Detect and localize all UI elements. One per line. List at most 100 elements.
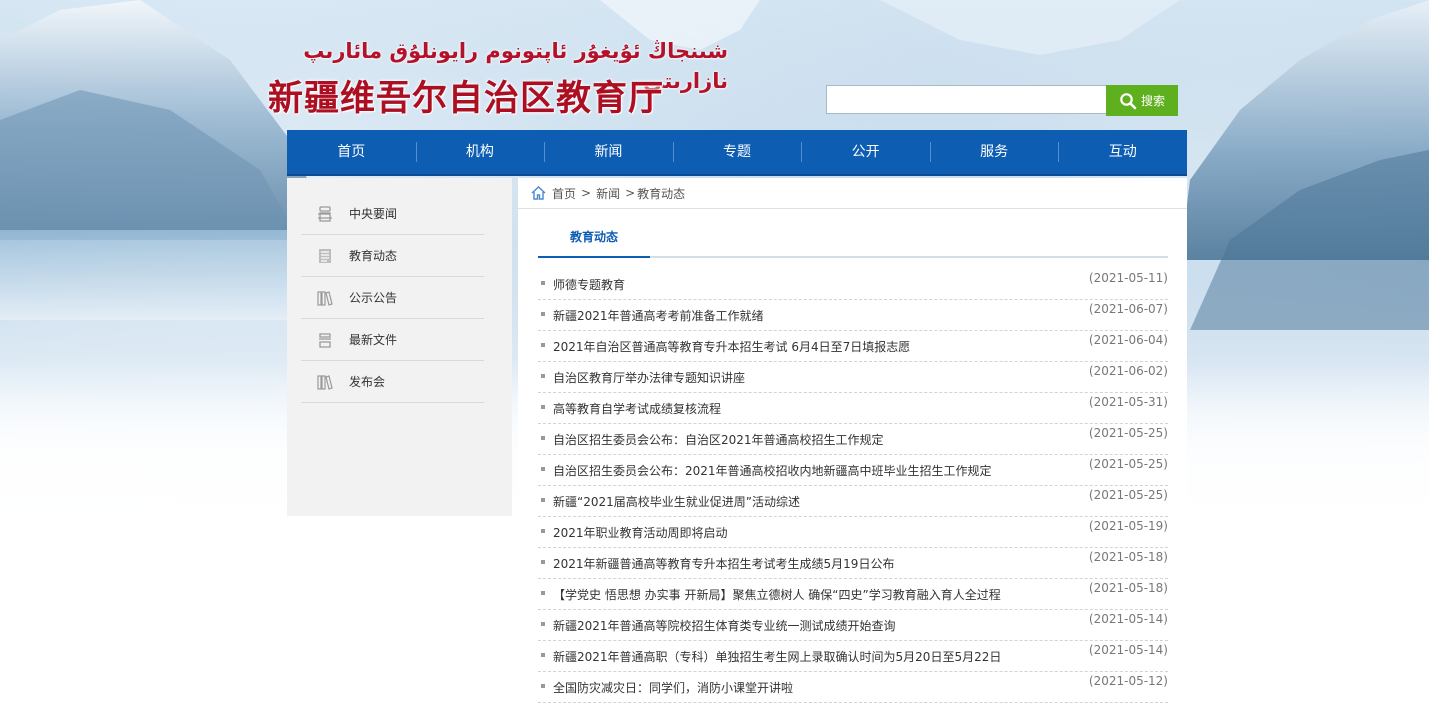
tab-education-news[interactable]: 教育动态 bbox=[538, 224, 650, 258]
file-icon bbox=[315, 330, 335, 350]
news-title-link[interactable]: 新疆“2021届高校毕业生就业促进周”活动综述 bbox=[553, 493, 800, 510]
news-row[interactable]: 自治区教育厅举办法律专题知识讲座 (2021-06-02) bbox=[538, 362, 1168, 393]
bullet-icon bbox=[541, 591, 545, 595]
breadcrumb-news[interactable]: 新闻 bbox=[596, 185, 620, 202]
sidebar-item-label: 教育动态 bbox=[349, 249, 398, 263]
sidebar-item-label: 最新文件 bbox=[349, 333, 398, 347]
sidebar: 中央要闻 教育动态 公示公告 最新文件 发布会 bbox=[287, 178, 512, 516]
bullet-icon bbox=[541, 312, 545, 316]
news-date: (2021-05-19) bbox=[1088, 519, 1168, 533]
news-date: (2021-05-14) bbox=[1088, 612, 1168, 626]
news-title-link[interactable]: 师德专题教育 bbox=[553, 276, 625, 293]
news-row[interactable]: 新疆2021年普通高职（专科）单独招生考生网上录取确认时间为5月20日至5月22… bbox=[538, 641, 1168, 672]
sidebar-item-press-conference[interactable]: 发布会 bbox=[301, 361, 484, 403]
books-icon bbox=[315, 372, 335, 392]
breadcrumb-separator: > bbox=[581, 186, 592, 200]
news-date: (2021-05-18) bbox=[1088, 550, 1168, 564]
news-title-link[interactable]: 新疆2021年普通高考考前准备工作就绪 bbox=[553, 307, 764, 324]
news-row[interactable]: 2021年新疆普通高等教育专升本招生考试考生成绩5月19日公布 (2021-05-… bbox=[538, 548, 1168, 579]
news-date: (2021-05-25) bbox=[1088, 488, 1168, 502]
sidebar-item-label: 中央要闻 bbox=[349, 207, 398, 221]
news-row[interactable]: 自治区招生委员会公布：自治区2021年普通高校招生工作规定 (2021-05-25… bbox=[538, 424, 1168, 455]
breadcrumb-current: 教育动态 bbox=[637, 186, 686, 201]
news-row[interactable]: 自治区招生委员会公布：2021年普通高校招收内地新疆高中班毕业生招生工作规定 (2… bbox=[538, 455, 1168, 486]
nav-item-interaction[interactable]: 互动 bbox=[1058, 130, 1187, 174]
nav-item-news[interactable]: 新闻 bbox=[544, 130, 673, 174]
news-title-link[interactable]: 新疆2021年普通高职（专科）单独招生考生网上录取确认时间为5月20日至5月22… bbox=[553, 648, 1001, 665]
news-title-link[interactable]: 全国防灾减灾日：同学们，消防小课堂开讲啦 bbox=[553, 679, 793, 696]
sidebar-item-latest-files[interactable]: 最新文件 bbox=[301, 319, 484, 361]
bullet-icon bbox=[541, 622, 545, 626]
home-icon bbox=[531, 186, 546, 200]
news-row[interactable]: 新疆2021年普通高等院校招生体育类专业统一测试成绩开始查询 (2021-05-1… bbox=[538, 610, 1168, 641]
news-title-link[interactable]: 2021年自治区普通高等教育专升本招生考试 6月4日至7日填报志愿 bbox=[553, 338, 910, 355]
document-icon bbox=[315, 246, 335, 266]
news-row[interactable]: 【学党史 悟思想 办实事 开新局】聚焦立德树人 确保“四史”学习教育融入育人全过… bbox=[538, 579, 1168, 610]
bullet-icon bbox=[541, 405, 545, 409]
search-icon bbox=[1119, 92, 1137, 110]
news-list: 师德专题教育 (2021-05-11) 新疆2021年普通高考考前准备工作就绪 (20… bbox=[538, 269, 1168, 703]
bullet-icon bbox=[541, 560, 545, 564]
sidebar-item-announcements[interactable]: 公示公告 bbox=[301, 277, 484, 319]
news-row[interactable]: 2021年职业教育活动周即将启动 (2021-05-19) bbox=[538, 517, 1168, 548]
news-date: (2021-06-02) bbox=[1088, 364, 1168, 378]
search-button-label: 搜索 bbox=[1140, 94, 1165, 108]
sidebar-item-label: 发布会 bbox=[349, 375, 386, 389]
bullet-icon bbox=[541, 343, 545, 347]
bullet-icon bbox=[541, 498, 545, 502]
breadcrumb: 首页 > 新闻 > 教育动态 bbox=[518, 178, 1187, 209]
main-nav: 首页 机构 新闻 专题 公开 服务 互动 bbox=[287, 130, 1187, 174]
uyghur-site-title: شىنجاڭ ئۇيغۇر ئاپتونوم رايونلۇق مائارىپ … bbox=[303, 39, 728, 93]
sidebar-item-central-news[interactable]: 中央要闻 bbox=[301, 193, 484, 235]
news-title-link[interactable]: 自治区招生委员会公布：2021年普通高校招收内地新疆高中班毕业生招生工作规定 bbox=[553, 462, 992, 479]
news-row[interactable]: 2021年自治区普通高等教育专升本招生考试 6月4日至7日填报志愿 (2021-0… bbox=[538, 331, 1168, 362]
bullet-icon bbox=[541, 529, 545, 533]
site-title: 新疆维吾尔自治区教育厅 bbox=[268, 78, 665, 119]
news-date: (2021-05-31) bbox=[1088, 395, 1168, 409]
search-input[interactable] bbox=[826, 85, 1112, 114]
bullet-icon bbox=[541, 653, 545, 657]
news-title-link[interactable]: 自治区招生委员会公布：自治区2021年普通高校招生工作规定 bbox=[553, 431, 884, 448]
news-date: (2021-06-07) bbox=[1088, 302, 1168, 316]
sidebar-list: 中央要闻 教育动态 公示公告 最新文件 发布会 bbox=[301, 193, 484, 403]
breadcrumb-home[interactable]: 首页 bbox=[552, 185, 576, 202]
bullet-icon bbox=[541, 467, 545, 471]
bullet-icon bbox=[541, 684, 545, 688]
nav-item-services[interactable]: 服务 bbox=[929, 130, 1059, 174]
bullet-icon bbox=[541, 281, 545, 285]
news-row[interactable]: 全国防灾减灾日：同学们，消防小课堂开讲啦 (2021-05-12) bbox=[538, 672, 1168, 703]
news-date: (2021-05-14) bbox=[1088, 643, 1168, 657]
sidebar-item-label: 公示公告 bbox=[349, 291, 398, 305]
main-content: 首页 > 新闻 > 教育动态 教育动态 师德专题教育 (2021-05-11) 新疆… bbox=[518, 178, 1187, 704]
news-date: (2021-05-12) bbox=[1088, 674, 1168, 688]
news-date: (2021-05-25) bbox=[1088, 457, 1168, 471]
tab-bar: 教育动态 bbox=[538, 224, 1168, 258]
nav-item-disclosure[interactable]: 公开 bbox=[801, 130, 930, 174]
news-date: (2021-05-18) bbox=[1088, 581, 1168, 595]
nav-item-organization[interactable]: 机构 bbox=[415, 130, 545, 174]
news-row[interactable]: 高等教育自学考试成绩复核流程 (2021-05-31) bbox=[538, 393, 1168, 424]
breadcrumb-separator: > bbox=[625, 186, 636, 200]
news-title-link[interactable]: 高等教育自学考试成绩复核流程 bbox=[553, 400, 721, 417]
news-row[interactable]: 新疆2021年普通高考考前准备工作就绪 (2021-06-07) bbox=[538, 300, 1168, 331]
news-icon bbox=[315, 204, 335, 224]
site-header: شىنجاڭ ئۇيغۇر ئاپتونوم رايونلۇق مائارىپ … bbox=[268, 36, 728, 121]
news-title-link[interactable]: 2021年新疆普通高等教育专升本招生考试考生成绩5月19日公布 bbox=[553, 555, 894, 572]
news-date: (2021-05-11) bbox=[1088, 271, 1168, 285]
news-title-link[interactable]: 【学党史 悟思想 办实事 开新局】聚焦立德树人 确保“四史”学习教育融入育人全过… bbox=[553, 586, 1001, 603]
news-title-link[interactable]: 2021年职业教育活动周即将启动 bbox=[553, 524, 728, 541]
news-title-link[interactable]: 新疆2021年普通高等院校招生体育类专业统一测试成绩开始查询 bbox=[553, 617, 896, 634]
news-title-link[interactable]: 自治区教育厅举办法律专题知识讲座 bbox=[553, 369, 745, 386]
search-box: 搜索 bbox=[826, 85, 1178, 116]
nav-item-home[interactable]: 首页 bbox=[287, 130, 416, 174]
sidebar-item-education-news[interactable]: 教育动态 bbox=[301, 235, 484, 277]
bullet-icon bbox=[541, 436, 545, 440]
books-icon bbox=[315, 288, 335, 308]
news-date: (2021-06-04) bbox=[1088, 333, 1168, 347]
news-row[interactable]: 师德专题教育 (2021-05-11) bbox=[538, 269, 1168, 300]
search-button[interactable]: 搜索 bbox=[1106, 85, 1178, 116]
bullet-icon bbox=[541, 374, 545, 378]
nav-item-topics[interactable]: 专题 bbox=[672, 130, 802, 174]
news-date: (2021-05-25) bbox=[1088, 426, 1168, 440]
news-row[interactable]: 新疆“2021届高校毕业生就业促进周”活动综述 (2021-05-25) bbox=[538, 486, 1168, 517]
